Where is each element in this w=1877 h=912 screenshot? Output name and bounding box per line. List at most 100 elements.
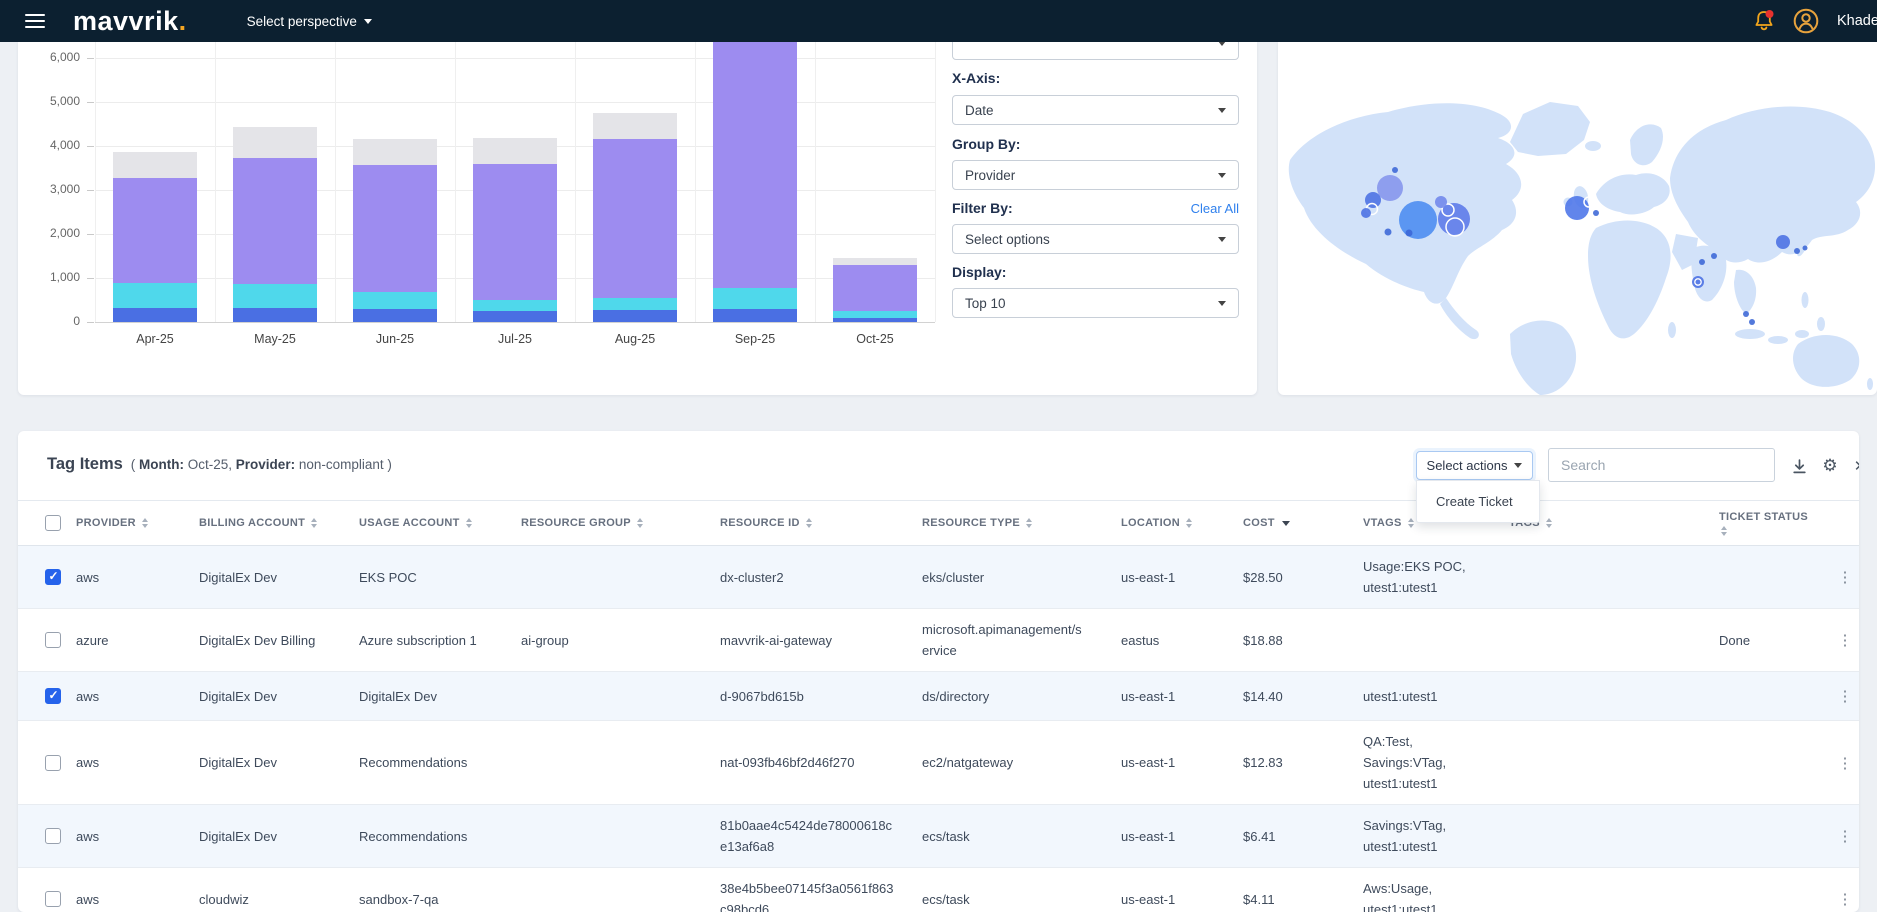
row-menu-kebab-icon[interactable]: ⋮ xyxy=(1831,868,1859,912)
row-checkbox[interactable] xyxy=(45,688,61,704)
column-header-resource-type[interactable]: RESOURCE TYPE xyxy=(914,501,1113,545)
bar-Jul-25-cyan-segment[interactable] xyxy=(473,300,557,311)
logo-dot: . xyxy=(179,6,187,36)
sort-icon[interactable] xyxy=(466,518,472,528)
cell-resource_id: dx-cluster2 xyxy=(712,546,914,608)
clipped-select[interactable] xyxy=(952,42,1239,60)
row-menu-kebab-icon[interactable]: ⋮ xyxy=(1831,672,1859,720)
cell-location: eastus xyxy=(1113,609,1235,671)
notifications-bell-icon[interactable] xyxy=(1753,9,1775,33)
bar-Oct-25-gray-segment[interactable] xyxy=(833,258,917,265)
sort-icon[interactable] xyxy=(806,518,812,528)
close-icon[interactable]: ✕ xyxy=(1849,455,1859,477)
cell-ticket_status xyxy=(1711,672,1831,720)
row-checkbox[interactable] xyxy=(45,632,61,648)
world-map xyxy=(1278,42,1877,395)
column-header-resource-group[interactable]: RESOURCE GROUP xyxy=(513,501,712,545)
sort-icon[interactable] xyxy=(1186,518,1192,528)
cell-resource_type: ec2/natgateway xyxy=(914,721,1113,804)
column-header-usage-account[interactable]: USAGE ACCOUNT xyxy=(351,501,513,545)
world-map-card xyxy=(1278,42,1877,395)
column-header-location[interactable]: LOCATION xyxy=(1113,501,1235,545)
sort-icon[interactable] xyxy=(311,518,317,528)
column-header-provider[interactable]: PROVIDER xyxy=(68,501,191,545)
gear-icon[interactable]: ⚙ xyxy=(1819,455,1841,477)
bar-Aug-25-gray-segment[interactable] xyxy=(593,113,677,139)
bar-Oct-25-blue-segment[interactable] xyxy=(833,318,917,322)
bar-Aug-25-purple-segment[interactable] xyxy=(593,139,677,298)
row-menu-kebab-icon[interactable]: ⋮ xyxy=(1831,805,1859,867)
bar-May-25-gray-segment[interactable] xyxy=(233,127,317,158)
download-icon[interactable] xyxy=(1788,455,1810,477)
y-axis-tick-label: 6,000 xyxy=(18,50,80,64)
map-indochina xyxy=(1734,270,1756,314)
bar-Jul-25-blue-segment[interactable] xyxy=(473,311,557,322)
sort-icon[interactable] xyxy=(1408,518,1414,528)
cell-cost: $14.40 xyxy=(1235,672,1355,720)
column-header-billing-account[interactable]: BILLING ACCOUNT xyxy=(191,501,351,545)
column-header-ticket-status[interactable]: TICKET STATUS xyxy=(1711,501,1831,545)
groupby-label: Group By: xyxy=(952,136,1020,152)
bar-Jun-25-blue-segment[interactable] xyxy=(353,309,437,322)
bar-Apr-25-gray-segment[interactable] xyxy=(113,152,197,178)
sort-icon[interactable] xyxy=(142,518,148,528)
select-all-checkbox[interactable] xyxy=(45,515,61,531)
cell-billing_account: cloudwiz xyxy=(191,868,351,912)
chevron-down-icon xyxy=(1218,237,1226,242)
bar-Jun-25-gray-segment[interactable] xyxy=(353,139,437,165)
bar-May-25-blue-segment[interactable] xyxy=(233,308,317,322)
sort-icon[interactable] xyxy=(637,518,643,528)
bar-Oct-25-purple-segment[interactable] xyxy=(833,265,917,311)
sort-icon[interactable] xyxy=(1546,518,1552,528)
search-input[interactable] xyxy=(1548,448,1775,482)
bar-May-25-purple-segment[interactable] xyxy=(233,158,317,284)
bar-Sep-25-cyan-segment[interactable] xyxy=(713,288,797,309)
username-text[interactable]: Khader xyxy=(1837,13,1877,29)
bar-Jul-25-purple-segment[interactable] xyxy=(473,164,557,300)
bar-Aug-25-blue-segment[interactable] xyxy=(593,310,677,322)
cell-usage_account: EKS POC xyxy=(351,546,513,608)
bar-Sep-25-blue-segment[interactable] xyxy=(713,309,797,322)
filterby-select[interactable]: Select options xyxy=(952,224,1239,254)
bar-Apr-25-purple-segment[interactable] xyxy=(113,178,197,283)
cell-billing_account: DigitalEx Dev xyxy=(191,721,351,804)
row-checkbox[interactable] xyxy=(45,755,61,771)
bar-Oct-25-cyan-segment[interactable] xyxy=(833,311,917,318)
bar-Jun-25-purple-segment[interactable] xyxy=(353,165,437,292)
table-row: awsDigitalEx DevDigitalEx Devd-9067bd615… xyxy=(18,672,1859,721)
bar-Sep-25-purple-segment[interactable] xyxy=(713,42,797,288)
cell-ticket_status xyxy=(1711,868,1831,912)
row-checkbox[interactable] xyxy=(45,828,61,844)
table-title: Tag Items xyxy=(47,455,123,474)
map-scandinavia xyxy=(1630,124,1663,165)
select-actions-button[interactable]: Select actions xyxy=(1416,451,1533,480)
chevron-down-icon xyxy=(1218,42,1226,46)
column-header-resource-id[interactable]: RESOURCE ID xyxy=(712,501,914,545)
select-perspective-dropdown[interactable]: Select perspective xyxy=(247,14,372,29)
cell-ticket_status xyxy=(1711,805,1831,867)
display-select[interactable]: Top 10 xyxy=(952,288,1239,318)
hamburger-menu-icon[interactable] xyxy=(25,14,45,28)
row-menu-kebab-icon[interactable]: ⋮ xyxy=(1831,721,1859,804)
xaxis-select[interactable]: Date xyxy=(952,95,1239,125)
user-avatar-icon[interactable] xyxy=(1793,8,1819,34)
bar-Apr-25-blue-segment[interactable] xyxy=(113,308,197,322)
clear-all-link[interactable]: Clear All xyxy=(1191,201,1239,216)
map-africa xyxy=(1588,221,1671,339)
sort-icon[interactable] xyxy=(1721,526,1727,536)
bar-Apr-25-cyan-segment[interactable] xyxy=(113,283,197,308)
chevron-down-icon xyxy=(1514,463,1522,468)
groupby-select[interactable]: Provider xyxy=(952,160,1239,190)
row-checkbox[interactable] xyxy=(45,569,61,585)
column-header-cost[interactable]: COST xyxy=(1235,501,1355,545)
bar-May-25-cyan-segment[interactable] xyxy=(233,284,317,308)
bar-Jun-25-cyan-segment[interactable] xyxy=(353,292,437,309)
bar-Aug-25-cyan-segment[interactable] xyxy=(593,298,677,310)
sort-desc-icon[interactable] xyxy=(1282,521,1290,526)
row-checkbox[interactable] xyxy=(45,891,61,907)
menu-item-create-ticket[interactable]: Create Ticket xyxy=(1417,481,1539,522)
row-menu-kebab-icon[interactable]: ⋮ xyxy=(1831,546,1859,608)
bar-Jul-25-gray-segment[interactable] xyxy=(473,138,557,164)
row-menu-kebab-icon[interactable]: ⋮ xyxy=(1831,609,1859,671)
sort-icon[interactable] xyxy=(1026,518,1032,528)
